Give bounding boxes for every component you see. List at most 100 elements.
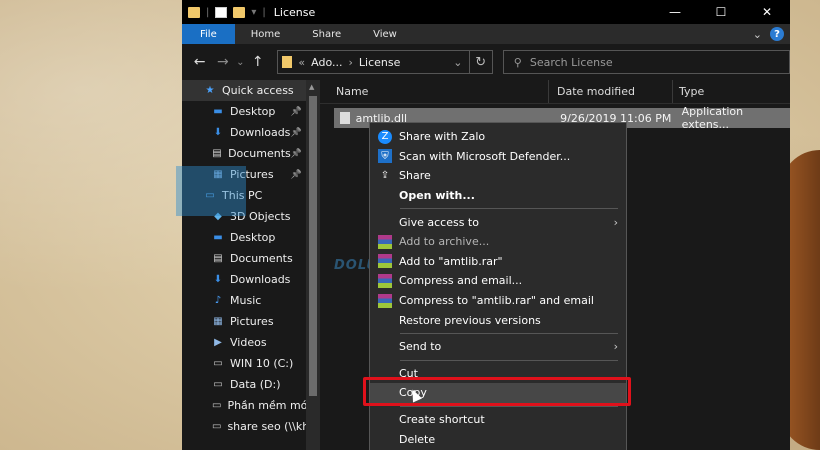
- winrar-icon: [378, 234, 392, 249]
- nav-item[interactable]: ▭ Phần mềm mới I: [182, 395, 306, 416]
- back-button[interactable]: ←: [188, 54, 211, 70]
- nav-item-label: Downloads: [230, 126, 291, 139]
- forward-button[interactable]: →: [211, 54, 234, 70]
- defender-icon: ⛨: [378, 149, 392, 164]
- tab-home[interactable]: Home: [235, 24, 297, 44]
- menu-item-restore-previous-versions[interactable]: Restore previous versions: [370, 310, 626, 330]
- nav-item-label: Documents: [230, 252, 293, 265]
- properties-icon[interactable]: [215, 6, 228, 18]
- search-input[interactable]: Search License: [530, 56, 613, 69]
- minimize-button[interactable]: —: [652, 0, 698, 24]
- nav-item[interactable]: ▭ WIN 10 (C:): [182, 353, 306, 374]
- chevron-right-icon: ›: [613, 215, 618, 229]
- menu-item-create-shortcut[interactable]: Create shortcut: [370, 410, 626, 430]
- navigation-scrollbar[interactable]: ▲: [306, 80, 320, 450]
- scroll-up-icon[interactable]: ▲: [309, 83, 314, 91]
- video-icon: ▶: [214, 337, 222, 348]
- window-title: License: [273, 5, 316, 19]
- recent-locations-button[interactable]: ⌄: [235, 57, 247, 68]
- nav-item[interactable]: ▭ Data (D:): [182, 374, 306, 395]
- menu-item-share-with-zalo[interactable]: Z Share with Zalo: [370, 127, 626, 147]
- nav-item[interactable]: ▬ Desktop 📌: [182, 101, 306, 122]
- menu-item-label: Compress and email...: [399, 274, 523, 288]
- nav-item[interactable]: ▬ Desktop: [182, 227, 306, 248]
- menu-icon-spacer: [378, 189, 392, 203]
- pin-icon[interactable]: 📌: [291, 128, 302, 138]
- address-bar[interactable]: « Ado... › License ⌄: [277, 50, 470, 74]
- search-box[interactable]: ⚲ Search License: [502, 50, 790, 74]
- winrar-icon: [378, 293, 392, 308]
- menu-item-label: Share: [399, 169, 431, 183]
- nav-item[interactable]: ♪ Music: [182, 290, 306, 311]
- pin-icon[interactable]: 📌: [291, 107, 302, 117]
- tab-share[interactable]: Share: [296, 24, 357, 44]
- pin-icon[interactable]: 📌: [291, 149, 302, 159]
- breadcrumb-separator[interactable]: ›: [349, 56, 353, 69]
- menu-item-scan-with-microsoft-defender[interactable]: ⛨ Scan with Microsoft Defender...: [370, 147, 626, 167]
- toolbar-divider: |: [262, 6, 266, 18]
- menu-item-label: Scan with Microsoft Defender...: [399, 149, 571, 163]
- menu-item-label: Create shortcut: [399, 413, 485, 427]
- menu-item-label: Share with Zalo: [399, 130, 486, 144]
- tab-file[interactable]: File: [182, 24, 235, 44]
- watermark-logo: [176, 166, 290, 216]
- nav-item[interactable]: ▤ Documents: [182, 248, 306, 269]
- maximize-button[interactable]: ☐: [698, 0, 744, 24]
- title-bar: | ▾ | License — ☐ ✕: [182, 0, 790, 24]
- menu-item-share[interactable]: ⇪ Share: [370, 166, 626, 186]
- help-icon[interactable]: ?: [770, 27, 784, 41]
- nav-item-label: Pictures: [230, 315, 274, 328]
- zalo-icon: Z: [378, 129, 392, 144]
- nav-item[interactable]: ▭ share seo (\\khai: [182, 416, 306, 437]
- menu-item-give-access-to[interactable]: Give access to ›: [370, 212, 626, 232]
- menu-separator: [400, 359, 618, 361]
- menu-item-send-to[interactable]: Send to ›: [370, 337, 626, 357]
- menu-item-compress-to-amtlib-rar-and-email[interactable]: Compress to "amtlib.rar" and email: [370, 291, 626, 311]
- address-row: ← → ⌄ ↑ « Ado... › License ⌄ ↻ ⚲ Search …: [182, 44, 790, 80]
- nav-item[interactable]: ⬇ Downloads 📌: [182, 122, 306, 143]
- winrar-icon: [378, 273, 392, 288]
- nav-item[interactable]: ▦ Pictures: [182, 311, 306, 332]
- nav-item[interactable]: ▤ Documents 📌: [182, 143, 306, 164]
- address-overflow[interactable]: «: [298, 56, 305, 69]
- highlight-annotation: [363, 377, 631, 406]
- nav-item[interactable]: ▶ Videos: [182, 332, 306, 353]
- pictures-icon: ▦: [213, 316, 223, 327]
- menu-icon-spacer: [378, 432, 392, 446]
- tab-view[interactable]: View: [357, 24, 413, 44]
- menu-item-add-to-archive[interactable]: Add to archive...: [370, 232, 626, 252]
- customize-toolbar-icon[interactable]: ▾: [251, 7, 256, 18]
- nav-item-label: Phần mềm mới I: [227, 399, 306, 412]
- search-icon: ⚲: [513, 55, 522, 69]
- scrollbar-thumb[interactable]: [309, 96, 317, 396]
- nav-item-label: Videos: [230, 336, 267, 349]
- menu-item-delete[interactable]: Delete: [370, 429, 626, 449]
- file-type: Application extens...: [681, 105, 744, 131]
- chevron-down-icon[interactable]: ⌄: [453, 56, 462, 69]
- close-button[interactable]: ✕: [744, 0, 790, 24]
- up-button[interactable]: ↑: [246, 54, 269, 70]
- menu-item-add-to-amtlib-rar[interactable]: Add to "amtlib.rar": [370, 252, 626, 272]
- ribbon-tabs: File Home Share View ⌄ ?: [182, 24, 790, 44]
- menu-item-label: Give access to: [399, 215, 479, 229]
- new-folder-icon[interactable]: [233, 6, 246, 18]
- dll-file-icon: [340, 112, 350, 124]
- drive-icon: ▭: [213, 379, 223, 390]
- breadcrumb-parent[interactable]: Ado...: [311, 56, 342, 69]
- nav-item-label: Data (D:): [230, 378, 281, 391]
- column-header-name[interactable]: Name: [320, 80, 548, 103]
- column-header-type[interactable]: Type: [672, 80, 790, 103]
- pin-icon[interactable]: 📌: [291, 170, 302, 180]
- menu-item-open-with[interactable]: Open with...: [370, 186, 626, 206]
- menu-item-compress-and-email[interactable]: Compress and email...: [370, 271, 626, 291]
- expand-ribbon-icon[interactable]: ⌄: [753, 28, 762, 41]
- menu-item-label: Add to archive...: [399, 235, 490, 249]
- star-icon: ★: [205, 85, 215, 96]
- column-header-date[interactable]: Date modified: [548, 80, 672, 103]
- menu-item-label: Add to "amtlib.rar": [399, 254, 503, 268]
- nav-item[interactable]: ⬇ Downloads: [182, 269, 306, 290]
- refresh-button[interactable]: ↻: [469, 50, 493, 74]
- chevron-right-icon: ›: [613, 340, 618, 354]
- nav-item[interactable]: ★ Quick access: [182, 80, 306, 101]
- breadcrumb-current[interactable]: License: [359, 56, 400, 69]
